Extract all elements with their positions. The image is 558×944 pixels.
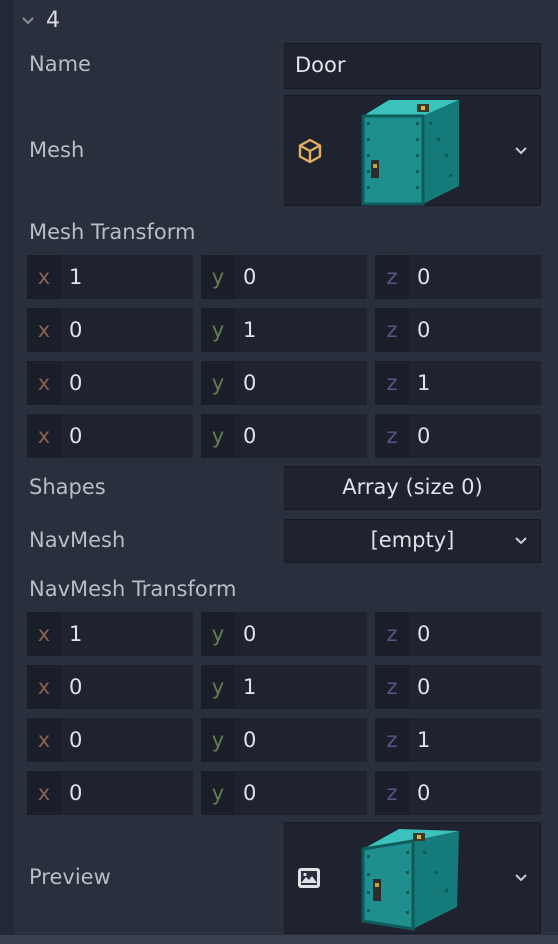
mesh-transform-x-field[interactable]: x1 [27, 255, 193, 299]
navmesh-transform-label: NavMesh Transform [29, 577, 237, 601]
value-text: 0 [69, 781, 83, 805]
value-text: 0 [243, 728, 257, 752]
value-text: 0 [243, 781, 257, 805]
axis-x-label: x [27, 361, 61, 405]
chevron-down-icon [515, 146, 527, 154]
value-text: 0 [417, 424, 431, 448]
value-text: 1 [417, 371, 431, 395]
section-title: 4 [46, 8, 60, 33]
mesh-resource-picker[interactable] [284, 95, 541, 206]
name-field[interactable]: Door [284, 43, 541, 89]
axis-y-label: y [201, 612, 235, 656]
navmesh-transform-x-field[interactable]: x0 [27, 771, 193, 815]
axis-z-label: z [375, 414, 409, 458]
axis-y-label: y [201, 771, 235, 815]
door-preview-thumbnail [361, 829, 459, 931]
name-value: Door [295, 53, 346, 77]
shapes-label: Shapes [29, 475, 106, 499]
mesh-transform-y-field[interactable]: y0 [201, 255, 367, 299]
axis-z-label: z [375, 718, 409, 762]
navmesh-transform-x-field[interactable]: x0 [27, 718, 193, 762]
chevron-down-icon [515, 874, 527, 882]
navmesh-transform-z-field[interactable]: z0 [375, 665, 541, 709]
value-text: 0 [417, 622, 431, 646]
axis-z-label: z [375, 361, 409, 405]
shapes-array-button[interactable]: Array (size 0) [284, 466, 541, 510]
value-text: 0 [69, 675, 83, 699]
value-text: 0 [417, 318, 431, 342]
mesh-transform-z-field[interactable]: z0 [375, 255, 541, 299]
axis-x-label: x [27, 414, 61, 458]
axis-x-label: x [27, 665, 61, 709]
mesh-transform-z-field[interactable]: z0 [375, 414, 541, 458]
value-text: 0 [417, 781, 431, 805]
value-text: 0 [243, 371, 257, 395]
value-text: 1 [69, 265, 83, 289]
axis-z-label: z [375, 771, 409, 815]
value-text: 0 [69, 371, 83, 395]
value-text: 0 [69, 318, 83, 342]
axis-y-label: y [201, 414, 235, 458]
shapes-value: Array (size 0) [342, 475, 483, 499]
navmesh-resource-picker[interactable]: [empty] [284, 519, 541, 563]
mesh-transform-y-field[interactable]: y0 [201, 414, 367, 458]
preview-label: Preview [29, 865, 111, 889]
value-text: 1 [243, 675, 257, 699]
axis-z-label: z [375, 255, 409, 299]
axis-x-label: x [27, 612, 61, 656]
navmesh-transform-x-field[interactable]: x0 [27, 665, 193, 709]
chevron-down-icon [515, 537, 527, 545]
preview-resource-picker[interactable] [284, 822, 541, 934]
axis-y-label: y [201, 361, 235, 405]
navmesh-transform-x-field[interactable]: x1 [27, 612, 193, 656]
mesh-cube-icon [298, 138, 322, 164]
navmesh-transform-y-field[interactable]: y0 [201, 612, 367, 656]
navmesh-value: [empty] [370, 528, 455, 552]
axis-z-label: z [375, 665, 409, 709]
bottom-scroll-strip[interactable] [0, 935, 558, 944]
navmesh-transform-z-field[interactable]: z0 [375, 612, 541, 656]
door-mesh-thumbnail [361, 100, 459, 206]
mesh-transform-y-field[interactable]: y0 [201, 361, 367, 405]
mesh-transform-z-field[interactable]: z1 [375, 361, 541, 405]
axis-x-label: x [27, 771, 61, 815]
value-text: 1 [243, 318, 257, 342]
axis-z-label: z [375, 612, 409, 656]
navmesh-transform-y-field[interactable]: y0 [201, 771, 367, 815]
navmesh-transform-z-field[interactable]: z0 [375, 771, 541, 815]
axis-z-label: z [375, 308, 409, 352]
value-text: 1 [417, 728, 431, 752]
mesh-transform-y-field[interactable]: y1 [201, 308, 367, 352]
navmesh-label: NavMesh [29, 528, 126, 552]
axis-y-label: y [201, 255, 235, 299]
value-text: 0 [69, 424, 83, 448]
value-text: 1 [69, 622, 83, 646]
value-text: 0 [243, 265, 257, 289]
axis-x-label: x [27, 255, 61, 299]
section-header[interactable]: 4 [14, 0, 558, 44]
navmesh-transform-y-field[interactable]: y1 [201, 665, 367, 709]
value-text: 0 [417, 265, 431, 289]
image-icon [298, 868, 320, 888]
axis-y-label: y [201, 665, 235, 709]
value-text: 0 [243, 622, 257, 646]
mesh-transform-x-field[interactable]: x0 [27, 414, 193, 458]
axis-x-label: x [27, 718, 61, 762]
mesh-transform-x-field[interactable]: x0 [27, 361, 193, 405]
name-label: Name [29, 52, 91, 76]
mesh-label: Mesh [29, 138, 85, 162]
navmesh-transform-y-field[interactable]: y0 [201, 718, 367, 762]
mesh-transform-x-field[interactable]: x0 [27, 308, 193, 352]
navmesh-transform-z-field[interactable]: z1 [375, 718, 541, 762]
axis-x-label: x [27, 308, 61, 352]
value-text: 0 [69, 728, 83, 752]
mesh-transform-label: Mesh Transform [29, 220, 196, 244]
value-text: 0 [417, 675, 431, 699]
axis-y-label: y [201, 718, 235, 762]
mesh-transform-z-field[interactable]: z0 [375, 308, 541, 352]
chevron-down-icon[interactable] [20, 13, 36, 29]
value-text: 0 [243, 424, 257, 448]
axis-y-label: y [201, 308, 235, 352]
